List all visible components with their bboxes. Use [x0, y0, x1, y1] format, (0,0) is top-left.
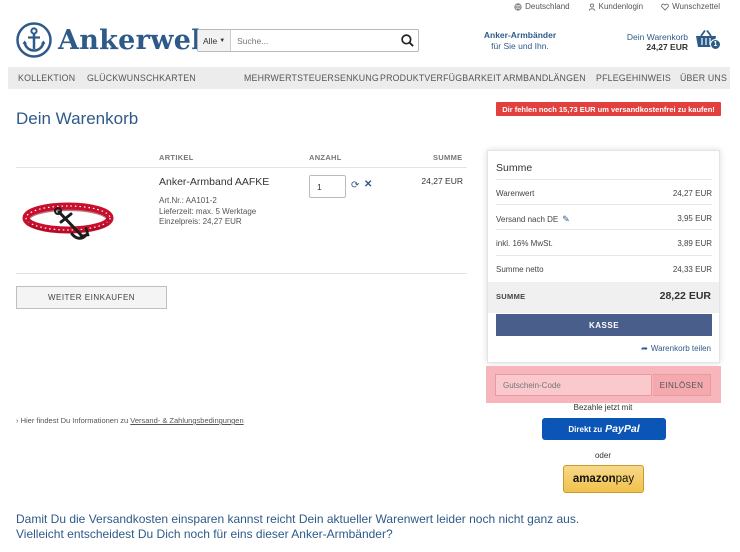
product-delivery-time: Lieferzeit: max. 5 Werktage	[159, 206, 257, 216]
summary-row-label: Versand nach DE	[496, 215, 559, 224]
refresh-quantity-icon[interactable]: ⟳	[351, 180, 359, 191]
remove-item-icon[interactable]: ✕	[364, 179, 372, 190]
continue-shopping-button[interactable]: WEITER EINKAUFEN	[16, 286, 167, 309]
logo[interactable]: Ankerwelt	[16, 22, 215, 58]
checkout-button[interactable]: KASSE	[496, 314, 712, 336]
voucher-section: EINLÖSEN	[486, 366, 721, 403]
nav-item-ueber-uns[interactable]: ÜBER UNS	[680, 73, 727, 83]
header-cart-link[interactable]: Dein Warenkorb 24,27 EUR	[620, 32, 688, 52]
summary-row-value: 24,27 EUR	[672, 189, 712, 198]
nav-item-produktverfuegbarkeit[interactable]: PRODUKTVERFÜGBARKEIT	[380, 73, 501, 83]
voucher-code-input[interactable]	[495, 374, 652, 396]
main-nav: KOLLEKTION GLÜCKWUNSCHKARTEN MEHRWERTSTE…	[8, 67, 730, 89]
search-category-label: Alle	[203, 35, 218, 46]
upsell-line1: Damit Du die Versandkosten einsparen kan…	[16, 512, 580, 526]
product-unit-price: Einzelpreis: 24,27 EUR	[159, 217, 242, 226]
shipping-terms-link[interactable]: Versand- & Zahlungsbedingungen	[130, 416, 243, 425]
wishlist-label: Wunschzettel	[672, 2, 720, 11]
language-link[interactable]: Deutschland	[514, 2, 570, 11]
column-header-sum: SUMME	[433, 153, 463, 162]
search-category-select[interactable]: Alle ▼	[198, 30, 232, 51]
summary-row: Warenwert 24,27 EUR	[496, 179, 712, 204]
language-label: Deutschland	[525, 2, 570, 11]
product-name-link[interactable]: Anker-Armband AAFKE	[159, 176, 269, 188]
tagline-line1: Anker-Armbänder	[483, 30, 557, 40]
divider	[16, 167, 467, 168]
order-summary: Summe Warenwert 24,27 EUR Versand nach D…	[487, 150, 720, 363]
summary-row-value: 24,33 EUR	[672, 265, 712, 274]
cart-basket-button[interactable]: 1	[695, 29, 721, 51]
summary-row-label: inkl. 16% MwSt.	[496, 239, 553, 248]
shipping-info: › Hier findest Du Informationen zu Versa…	[16, 416, 244, 425]
summary-row: inkl. 16% MwSt. 3,89 EUR	[496, 229, 712, 254]
summary-row-label-shipping: Versand nach DE ✎	[496, 214, 570, 225]
wishlist-link[interactable]: Wunschzettel	[661, 2, 720, 11]
amazon-pay-label: pay	[615, 473, 635, 485]
share-icon: ➦	[641, 344, 648, 353]
summary-total-value: 28,22 EUR	[659, 290, 711, 302]
search-bar: Alle ▼	[197, 29, 419, 52]
pencil-icon[interactable]: ✎	[562, 214, 570, 225]
page-title: Dein Warenkorb	[16, 109, 139, 128]
product-meta: Art.Nr.: AA101-2 Lieferzeit: max. 5 Werk…	[159, 196, 256, 228]
cart-count-badge: 1	[710, 39, 721, 50]
tagline-line2: für Sie und Ihn.	[491, 41, 549, 51]
header-cart-amount: 24,27 EUR	[646, 42, 688, 52]
heart-icon	[661, 3, 669, 11]
paypal-prefix: Direkt zu	[568, 424, 603, 434]
quantity-input[interactable]	[309, 175, 346, 198]
summary-row: Versand nach DE ✎ 3,95 EUR	[496, 204, 712, 229]
shipping-upsell-message: Damit Du die Versandkosten einsparen kan…	[16, 512, 616, 542]
nav-item-pflegehinweis[interactable]: PFLEGEHINWEIS	[596, 73, 671, 83]
amazon-pay-button[interactable]: amazon pay	[563, 465, 644, 493]
summary-total-label: SUMME	[496, 292, 526, 301]
column-header-quantity: ANZAHL	[309, 153, 342, 162]
logo-text: Ankerwelt	[58, 24, 215, 56]
search-input[interactable]	[231, 35, 396, 46]
paypal-button[interactable]: Direkt zu PayPal	[542, 418, 666, 440]
column-header-article: ARTIKEL	[159, 153, 194, 162]
share-cart-label: Warenkorb teilen	[650, 344, 711, 353]
header-cart-label: Dein Warenkorb	[626, 32, 688, 42]
login-label: Kundenlogin	[598, 2, 644, 11]
nav-item-glueckwunschkarten[interactable]: GLÜCKWUNSCHKARTEN	[87, 73, 196, 83]
divider	[16, 273, 467, 274]
globe-icon	[514, 2, 522, 11]
summary-row: Summe netto 24,33 EUR	[496, 255, 712, 280]
caret-down-icon: ▼	[219, 37, 226, 44]
paypal-logo: PayPal	[605, 423, 640, 435]
product-line-price: 24,27 EUR	[421, 176, 463, 186]
nav-item-mehrwertsteuersenkung[interactable]: MEHRWERTSTEUERSENKUNG	[244, 73, 379, 83]
pay-now-label: Bezahle jetzt mit	[573, 403, 633, 412]
amazon-logo: amazon	[572, 473, 616, 485]
summary-row-label: Warenwert	[496, 189, 535, 198]
anchor-logo-icon	[16, 22, 52, 58]
free-shipping-notice: Dir fehlen noch 15,73 EUR um versandkost…	[496, 102, 721, 116]
or-label: oder	[594, 451, 611, 460]
top-links: Deutschland Kundenlogin Wunschzettel	[514, 2, 720, 11]
header-tagline: Anker-Armbänder für Sie und Ihn.	[470, 30, 570, 52]
shipping-info-prefix: Hier findest Du Informationen zu	[20, 416, 131, 425]
user-icon	[588, 3, 595, 11]
upsell-line2: Vielleicht entscheidest Du Dich noch für…	[16, 527, 393, 541]
nav-item-kollektion[interactable]: KOLLEKTION	[18, 73, 75, 83]
product-art-nr: Art.Nr.: AA101-2	[159, 196, 217, 205]
share-cart-link[interactable]: ➦ Warenkorb teilen	[641, 344, 711, 353]
summary-row-label: Summe netto	[496, 265, 544, 274]
search-button[interactable]	[396, 34, 418, 47]
summary-total: SUMME 28,22 EUR	[488, 282, 719, 313]
search-icon	[400, 34, 414, 47]
nav-item-armbandlaengen[interactable]: ARMBANDLÄNGEN	[503, 73, 586, 83]
chevron-right-icon: ›	[16, 416, 19, 425]
product-image[interactable]	[16, 178, 126, 262]
bracelet-image	[22, 202, 114, 240]
summary-title: Summe	[496, 162, 533, 174]
summary-row-value: 3,89 EUR	[677, 239, 712, 248]
summary-row-value: 3,95 EUR	[677, 214, 712, 223]
login-link[interactable]: Kundenlogin	[588, 2, 643, 11]
redeem-voucher-button[interactable]: EINLÖSEN	[653, 374, 711, 396]
